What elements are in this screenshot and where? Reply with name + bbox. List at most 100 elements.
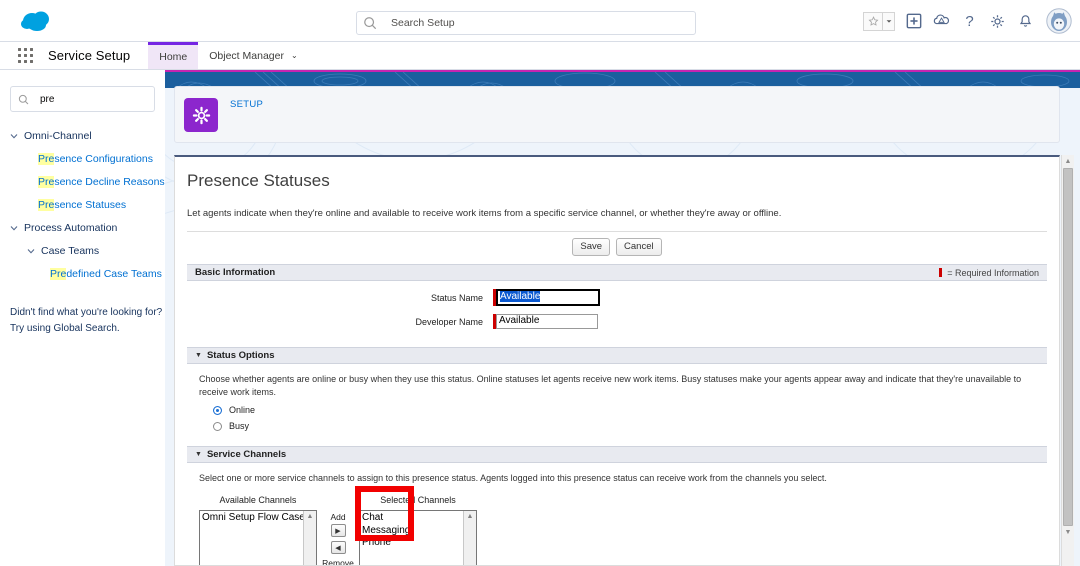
field-row-developer-name: Developer Name Available [175,314,1059,329]
radio-busy-label: Busy [229,421,250,431]
app-name-label: Service Setup [48,48,131,63]
help-icon[interactable]: ? [960,12,979,31]
scroll-down-icon[interactable]: ▼ [1065,526,1072,539]
sidebar-item-presence-configurations[interactable]: Pre sence Configurations [0,147,165,170]
status-name-input[interactable]: Available [496,289,600,306]
setup-quick-find[interactable] [10,86,155,112]
sidebar-item-label: sence Configurations [54,152,153,165]
quick-find-input[interactable] [38,92,148,106]
required-information-note: = Required Information [939,268,1039,278]
radio-online[interactable]: Online [213,405,1059,415]
search-match-highlight: Pre [38,198,55,211]
sidebar-item-label: sence Decline Reasons [54,175,165,188]
main-panel-scrollbar[interactable]: ▲ ▼ [1061,155,1074,566]
sidebar-node-case-teams[interactable]: Case Teams [0,239,165,262]
scroll-up-icon[interactable]: ▲ [1065,155,1072,168]
sidebar-item-presence-statuses[interactable]: Pre sence Statuses [0,193,165,216]
scroll-up-icon[interactable]: ▲ [307,513,314,520]
section-status-options[interactable]: ▼ Status Options [187,347,1047,364]
transfer-buttons: Add ▶ ◀ Remove [322,512,354,565]
status-options-description: Choose whether agents are online or busy… [199,374,1022,397]
developer-name-label: Developer Name [415,316,483,327]
page-description: Let agents indicate when they're online … [187,208,782,219]
status-name-label: Status Name [430,292,483,303]
search-match-highlight: Pre [38,152,55,165]
chevron-down-icon [10,133,18,139]
developer-name-field-wrap: Available [493,314,598,329]
sidebar-item-presence-decline-reasons[interactable]: Pre sence Decline Reasons [0,170,165,193]
search-match-highlight: Pre [38,175,55,188]
selected-channels-label: Selected Channels [380,495,456,505]
developer-name-value: Available [499,315,540,326]
sidebar-item-predefined-case-teams[interactable]: Pre defined Case Teams [0,262,165,285]
favorites-dropdown-icon[interactable] [882,11,895,31]
required-marker-icon [939,268,943,277]
required-note-label: = Required Information [947,267,1039,278]
app-navigation-bar: Service Setup Home Object Manager ⌄ [0,42,1080,70]
favorites-star-icon[interactable] [863,11,882,31]
developer-name-input[interactable]: Available [496,314,598,329]
add-label: Add [330,512,346,522]
search-setup-input[interactable] [389,16,659,30]
available-channels-column: Available Channels Omni Setup Flow Cases… [199,495,317,565]
nav-tabs: Home Object Manager ⌄ [148,42,308,69]
section-title-service-channels: ▼ Service Channels [195,449,286,460]
save-button[interactable]: Save [572,238,611,256]
selected-listbox-scrollbar[interactable]: ▲ ▼ [463,511,476,565]
dual-listbox: Available Channels Omni Setup Flow Cases… [199,495,1059,565]
search-icon [364,17,377,30]
list-item[interactable]: Phone [362,537,463,550]
sidebar-node-label: Omni-Channel [24,129,92,142]
available-channels-listbox[interactable]: Omni Setup Flow Cases ▲ ▼ [199,510,317,565]
setup-sidebar: Omni-Channel Presence Configurations Pre… [0,70,165,566]
section-status-options-label: Status Options [206,350,275,361]
selected-channels-listbox[interactable]: Chat Messaging Phone ▲ ▼ [359,510,477,565]
favorites-group[interactable] [863,11,895,31]
setup-header-card: SETUP [174,86,1060,143]
scrollbar-thumb[interactable] [1063,168,1073,526]
page-title: Presence Statuses [187,171,330,190]
list-item[interactable]: Chat [362,512,463,525]
sidebar-node-process-automation[interactable]: Process Automation [0,216,165,239]
global-search[interactable] [356,11,696,35]
section-service-channels[interactable]: ▼ Service Channels [187,446,1047,463]
sidebar-node-omni-channel[interactable]: Omni-Channel [0,124,165,147]
setup-home-cloud-icon[interactable] [932,12,951,31]
chevron-down-icon [10,225,18,231]
tab-home-label: Home [159,51,188,63]
collapse-triangle-icon: ▼ [195,451,202,458]
tab-object-manager-label: Object Manager [209,49,284,62]
chevron-down-icon: ⌄ [290,51,298,60]
add-button[interactable]: ▶ [330,524,346,537]
section-service-channels-label: Service Channels [206,449,287,460]
salesforce-cloud-logo[interactable] [18,7,58,35]
cancel-button[interactable]: Cancel [616,238,662,256]
radio-online-icon[interactable] [213,405,222,415]
search-icon [18,94,29,104]
global-header-actions: ? [863,6,1072,36]
setup-tree: Omni-Channel Pre sence Configurations Pre… [0,124,165,285]
available-listbox-scrollbar[interactable]: ▲ ▼ [303,511,316,565]
service-channels-description: Select one or more service channels to a… [199,473,827,483]
app-launcher-icon[interactable] [18,48,34,64]
field-row-status-name: Status Name Available [175,289,1059,306]
scroll-up-icon[interactable]: ▲ [467,513,474,520]
section-title-status-options: ▼ Status Options [195,350,275,361]
list-item[interactable]: Omni Setup Flow Cases [202,512,303,525]
remove-button[interactable]: ◀ [330,541,346,554]
radio-busy-icon[interactable] [213,421,222,431]
list-item[interactable]: Messaging [362,525,463,538]
salesforce-setup-page: ? [0,0,1080,566]
selected-channels-items: Chat Messaging Phone [360,511,463,565]
section-title-basic-information: Basic Information [195,267,276,278]
setup-card-label: SETUP [230,99,264,110]
tab-object-manager[interactable]: Object Manager ⌄ [198,42,308,69]
user-avatar[interactable] [1046,8,1072,34]
setup-gear-icon[interactable] [988,12,1007,31]
status-name-value: Available [500,291,541,302]
add-favorite-icon[interactable] [904,12,923,31]
tab-home[interactable]: Home [148,42,199,69]
notifications-bell-icon[interactable] [1016,12,1035,31]
form-action-buttons: Save Cancel [175,232,1059,264]
radio-busy[interactable]: Busy [213,421,1059,431]
